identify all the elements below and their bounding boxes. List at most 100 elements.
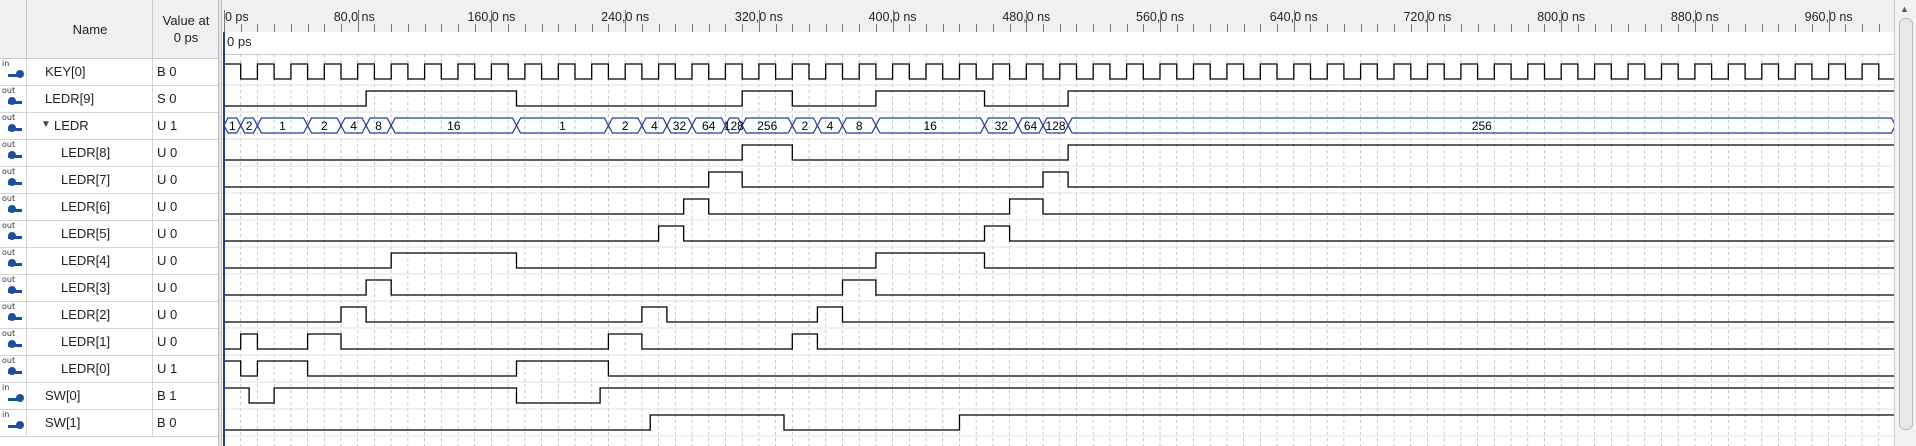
pin-direction-label: out bbox=[2, 302, 16, 311]
bus-value-label: 4 bbox=[827, 119, 834, 133]
signal-row[interactable]: out LEDR[6] U 0 bbox=[0, 193, 218, 221]
bus-value-label: 16 bbox=[924, 119, 938, 133]
signal-value: U 0 bbox=[152, 301, 218, 328]
expand-collapse-icon[interactable]: ▼ bbox=[41, 119, 51, 130]
bus-value-label: 1 bbox=[229, 119, 236, 133]
name-column-label: Name bbox=[72, 21, 108, 37]
signal-value: B 0 bbox=[152, 58, 218, 85]
bus-value-label: 8 bbox=[375, 119, 382, 133]
signal-name: LEDR[4] bbox=[61, 253, 111, 268]
signal-name-cell[interactable]: LEDR[6] bbox=[26, 193, 153, 220]
bus-value-label: 64 bbox=[1024, 119, 1038, 133]
signal-row[interactable]: out LEDR[1] U 0 bbox=[0, 328, 218, 356]
pin-direction-label: out bbox=[2, 329, 16, 338]
output-pin-icon: out bbox=[2, 167, 24, 191]
signal-value: U 0 bbox=[152, 274, 218, 301]
waveform-canvas[interactable]: 1 2 1 2 4 8 16 1 2 4 32 64 128 256 2 4 8 16 32 64 128 256 bbox=[222, 0, 1894, 446]
signal-value: B 1 bbox=[152, 382, 218, 409]
bus-value-label: 16 bbox=[447, 119, 461, 133]
bus-value-label: 256 bbox=[1472, 119, 1492, 133]
pin-direction-label: out bbox=[2, 167, 16, 176]
bus-value-label: 1 bbox=[279, 119, 286, 133]
signal-row[interactable]: in SW[0] B 1 bbox=[0, 382, 218, 410]
signal-name: LEDR[3] bbox=[61, 280, 111, 295]
signal-name-cell[interactable]: LEDR[0] bbox=[26, 355, 153, 382]
signal-row[interactable]: in SW[1] B 0 bbox=[0, 409, 218, 437]
signal-name: LEDR[8] bbox=[61, 145, 111, 160]
signal-row[interactable]: in KEY[0] B 0 bbox=[0, 58, 218, 86]
signal-value: U 0 bbox=[152, 328, 218, 355]
signal-row[interactable]: out LEDR[7] U 0 bbox=[0, 166, 218, 194]
signal-list-panel: Name Value at 0 ps in KEY[0] B 0 out LEDR[9]… bbox=[0, 0, 218, 446]
signal-name-cell[interactable]: SW[1] bbox=[26, 409, 153, 436]
waveform-panel[interactable]: 0 ps 80,0 ns 160,0 ns 240,0 ns 320,0 ns 400,0… bbox=[222, 0, 1897, 446]
signal-name-cell[interactable]: LEDR[8] bbox=[26, 139, 153, 166]
signal-name-cell[interactable]: LEDR[2] bbox=[26, 301, 153, 328]
name-column-header[interactable]: Name bbox=[26, 0, 153, 58]
bus-value-label: 2 bbox=[246, 119, 253, 133]
signal-name-cell[interactable]: LEDR[3] bbox=[26, 274, 153, 301]
waveform-trace bbox=[224, 63, 1894, 80]
output-pin-icon: out bbox=[2, 194, 24, 218]
pin-direction-label: in bbox=[2, 59, 10, 68]
output-pin-icon: out bbox=[2, 140, 24, 164]
signal-row[interactable]: out LEDR[8] U 0 bbox=[0, 139, 218, 167]
signal-row[interactable]: out LEDR[5] U 0 bbox=[0, 220, 218, 248]
signal-name-cell[interactable]: LEDR[4] bbox=[26, 247, 153, 274]
signal-name-cell[interactable]: LEDR[7] bbox=[26, 166, 153, 193]
signal-name: LEDR[2] bbox=[61, 307, 111, 322]
vertical-scrollbar[interactable]: ▲ bbox=[1894, 0, 1916, 446]
pin-direction-label: in bbox=[2, 383, 10, 392]
signal-name-cell[interactable]: LEDR[1] bbox=[26, 328, 153, 355]
input-pin-icon: in bbox=[2, 59, 24, 83]
value-column-header[interactable]: Value at 0 ps bbox=[152, 0, 219, 58]
signal-row[interactable]: out LEDR[4] U 0 bbox=[0, 247, 218, 275]
scroll-up-icon[interactable]: ▲ bbox=[1900, 4, 1909, 14]
bus-value-label: 4 bbox=[350, 119, 357, 133]
signal-value: U 0 bbox=[152, 247, 218, 274]
pin-direction-label: out bbox=[2, 86, 16, 95]
bus-value-label: 1 bbox=[559, 119, 566, 133]
bus-value-label: 2 bbox=[802, 119, 809, 133]
signal-value: U 0 bbox=[152, 139, 218, 166]
output-pin-icon: out bbox=[2, 86, 24, 110]
signal-value: U 0 bbox=[152, 220, 218, 247]
signal-row[interactable]: out LEDR[2] U 0 bbox=[0, 301, 218, 329]
pin-direction-label: in bbox=[2, 410, 10, 419]
signal-value: U 0 bbox=[152, 166, 218, 193]
signal-name: LEDR[0] bbox=[61, 361, 111, 376]
bus-value-label: 32 bbox=[673, 119, 687, 133]
signal-name-cell[interactable]: SW[0] bbox=[26, 382, 153, 409]
pin-direction-label: out bbox=[2, 248, 16, 257]
signal-name: LEDR[1] bbox=[61, 334, 111, 349]
bus-value-label: 32 bbox=[995, 119, 1009, 133]
output-pin-icon: out bbox=[2, 302, 24, 326]
signal-name: SW[0] bbox=[45, 388, 81, 403]
signal-value: U 1 bbox=[152, 112, 218, 139]
signal-name-cell[interactable]: LEDR[9] bbox=[26, 85, 153, 112]
bus-value-label: 8 bbox=[856, 119, 863, 133]
signal-row[interactable]: out LEDR[0] U 1 bbox=[0, 355, 218, 383]
output-pin-icon: out bbox=[2, 275, 24, 299]
signal-value: B 0 bbox=[152, 409, 218, 436]
signal-row[interactable]: out ▼ LEDR U 1 bbox=[0, 112, 218, 140]
bus-value-label: 256 bbox=[757, 119, 777, 133]
signal-name: LEDR[7] bbox=[61, 172, 111, 187]
output-pin-icon: out bbox=[2, 221, 24, 245]
signal-name-cell[interactable]: KEY[0] bbox=[26, 58, 153, 85]
signal-name-cell[interactable]: ▼ LEDR bbox=[26, 112, 153, 139]
scrollbar-thumb[interactable] bbox=[1899, 18, 1913, 430]
signal-name: LEDR[6] bbox=[61, 199, 111, 214]
pin-direction-label: out bbox=[2, 113, 16, 122]
signal-name-cell[interactable]: LEDR[5] bbox=[26, 220, 153, 247]
signal-row[interactable]: out LEDR[9] S 0 bbox=[0, 85, 218, 113]
output-pin-icon: out bbox=[2, 356, 24, 380]
value-column-label: Value at bbox=[162, 13, 210, 28]
pin-direction-label: out bbox=[2, 356, 16, 365]
waveform-viewer: Name Value at 0 ps in KEY[0] B 0 out LEDR[9]… bbox=[0, 0, 1916, 446]
bus-value-label: 64 bbox=[702, 119, 716, 133]
bus-value-label: 128 bbox=[1046, 119, 1066, 133]
signal-value: S 0 bbox=[152, 85, 218, 112]
signal-name: SW[1] bbox=[45, 415, 81, 430]
signal-row[interactable]: out LEDR[3] U 0 bbox=[0, 274, 218, 302]
